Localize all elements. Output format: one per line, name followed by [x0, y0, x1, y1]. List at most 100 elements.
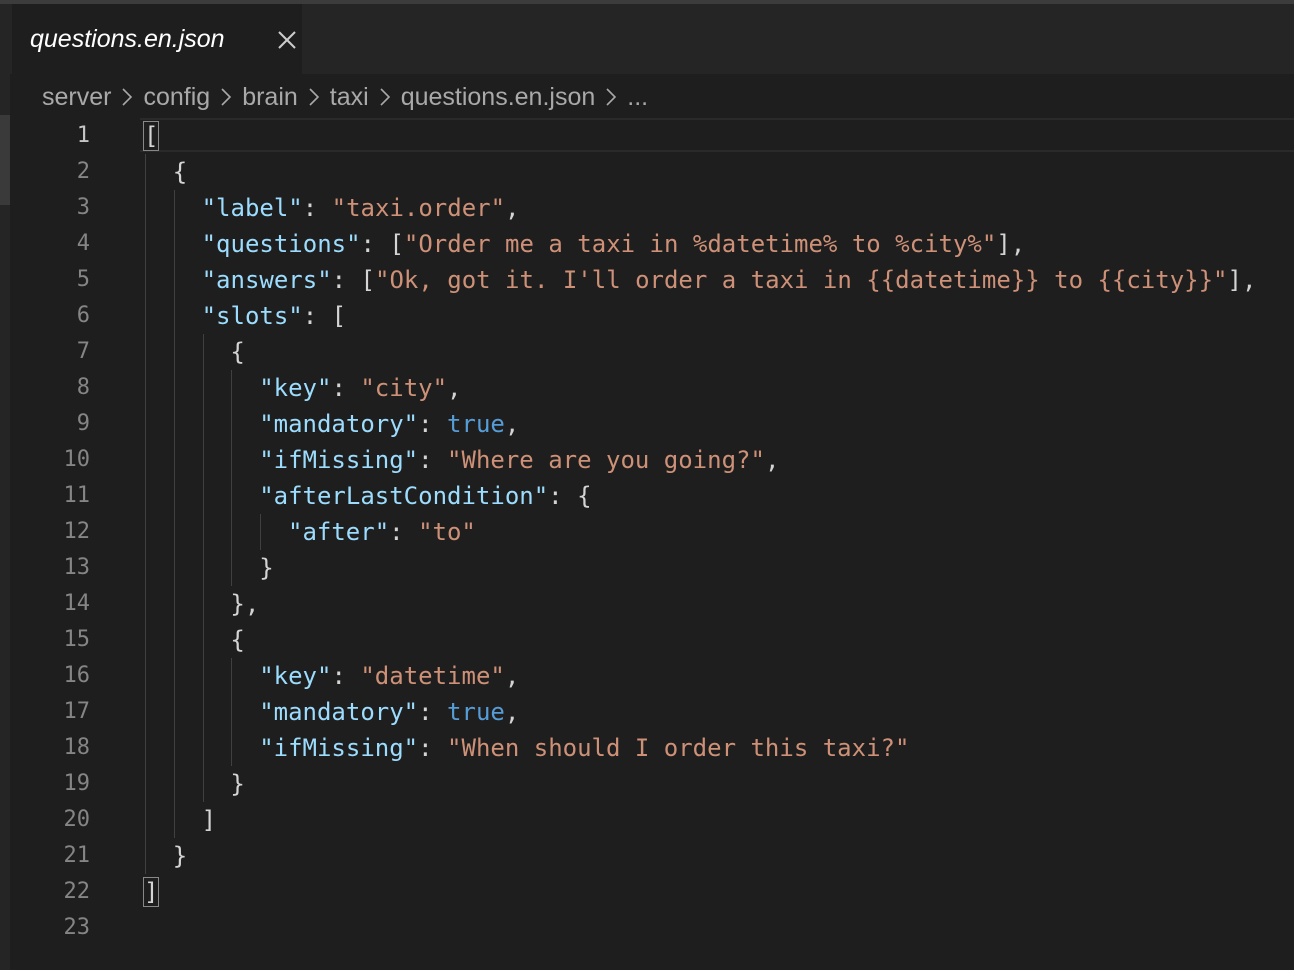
line-number: 15 — [63, 627, 91, 652]
json-key: "key" — [259, 374, 332, 402]
json-punctuation: : [ — [302, 302, 347, 330]
code-line[interactable]: [ — [142, 118, 160, 154]
json-punctuation: ] — [201, 806, 217, 834]
line-number: 17 — [63, 699, 91, 724]
breadcrumb-item-taxi[interactable]: taxi — [330, 83, 369, 112]
line-number: 22 — [63, 879, 91, 904]
current-line-highlight — [140, 118, 1294, 152]
scroll-indicator — [0, 115, 10, 205]
indent-guide — [145, 154, 146, 874]
json-literal: true — [447, 698, 505, 726]
code-line[interactable]: { — [230, 622, 244, 658]
indent-guide — [231, 658, 233, 766]
json-punctuation: } — [230, 770, 245, 798]
json-punctuation: : — [331, 662, 361, 690]
line-number: 20 — [63, 807, 91, 832]
code-line[interactable]: "afterLastCondition": { — [259, 478, 591, 514]
line-number: 18 — [63, 735, 91, 760]
json-key: "after" — [288, 518, 390, 546]
json-punctuation: ], — [996, 230, 1026, 258]
json-punctuation: { — [230, 626, 245, 654]
breadcrumb: server config brain taxi questions.en.js… — [42, 78, 648, 116]
json-string: "datetime" — [360, 662, 505, 690]
code-line[interactable]: ] — [142, 874, 160, 910]
chevron-right-icon — [599, 85, 623, 109]
breadcrumb-item-brain[interactable]: brain — [242, 83, 298, 112]
line-number: 5 — [76, 267, 90, 292]
breadcrumb-item-symbols[interactable]: ... — [627, 83, 648, 112]
close-icon[interactable] — [276, 29, 298, 51]
breadcrumb-item-config[interactable]: config — [143, 83, 210, 112]
json-punctuation: : — [418, 446, 448, 474]
line-number: 8 — [76, 375, 90, 400]
json-punctuation: , — [505, 194, 520, 222]
editor-tab[interactable]: questions.en.json — [12, 4, 302, 74]
json-string: "city" — [360, 374, 448, 402]
json-key: "mandatory" — [259, 410, 419, 438]
code-line[interactable]: "key": "datetime", — [259, 658, 519, 694]
chevron-right-icon — [214, 85, 238, 109]
json-punctuation: ] — [142, 877, 160, 907]
code-line[interactable]: } — [230, 766, 244, 802]
code-line[interactable]: "questions": ["Order me a taxi in %datet… — [202, 226, 1026, 262]
line-number: 11 — [63, 483, 91, 508]
json-punctuation: [ — [142, 121, 160, 151]
code-line[interactable]: "mandatory": true, — [259, 694, 519, 730]
indent-guide — [202, 334, 204, 802]
chevron-right-icon — [115, 85, 139, 109]
indent-guide — [173, 190, 175, 838]
json-key: "ifMissing" — [259, 446, 419, 474]
json-string: "Order me a taxi in %datetime% to %city%… — [403, 230, 997, 258]
line-number: 6 — [76, 303, 90, 328]
json-string: "Ok, got it. I'll order a taxi in {{date… — [375, 266, 1228, 294]
code-line[interactable]: "answers": ["Ok, got it. I'll order a ta… — [202, 262, 1257, 298]
line-number: 19 — [63, 771, 91, 796]
json-string: "Where are you going?" — [447, 446, 765, 474]
json-punctuation: : [ — [360, 230, 404, 258]
code-line[interactable]: { — [230, 334, 244, 370]
activity-edge — [0, 74, 10, 970]
json-key: "ifMissing" — [259, 734, 419, 762]
code-line[interactable]: }, — [230, 586, 259, 622]
json-key: "label" — [201, 194, 303, 222]
json-punctuation: , — [764, 446, 780, 474]
code-editor[interactable]: 1 2 3 4 5 6 7 8 9 10 11 12 13 14 15 16 17 18 19 20 21 22 23 [{… — [10, 116, 1294, 970]
json-punctuation: { — [172, 158, 188, 186]
code-line[interactable]: "after": "to" — [288, 514, 476, 550]
json-punctuation: : { — [548, 482, 592, 510]
tab-title[interactable]: questions.en.json — [30, 25, 225, 54]
code-line[interactable]: "mandatory": true, — [259, 406, 519, 442]
json-punctuation: , — [504, 410, 520, 438]
json-punctuation: : — [331, 374, 361, 402]
code-line[interactable]: } — [259, 550, 273, 586]
line-number: 23 — [63, 915, 91, 940]
line-number: 21 — [63, 843, 91, 868]
json-punctuation: : — [302, 194, 332, 222]
breadcrumb-item-server[interactable]: server — [42, 83, 111, 112]
line-number: 14 — [63, 591, 91, 616]
code-line[interactable]: "key": "city", — [259, 370, 461, 406]
json-punctuation: }, — [230, 590, 260, 618]
code-line[interactable]: ] — [202, 802, 216, 838]
line-number: 12 — [63, 519, 91, 544]
line-number: 4 — [76, 231, 90, 256]
json-literal: true — [447, 410, 505, 438]
json-punctuation: , — [504, 698, 520, 726]
json-key: "mandatory" — [259, 698, 419, 726]
json-punctuation: ], — [1227, 266, 1257, 294]
code-line[interactable]: { — [173, 154, 187, 190]
line-number: 9 — [76, 411, 90, 436]
code-line[interactable]: } — [173, 838, 187, 874]
code-line[interactable]: "ifMissing": "When should I order this t… — [259, 730, 909, 766]
line-number: 3 — [76, 195, 90, 220]
breadcrumb-item-file[interactable]: questions.en.json — [401, 83, 596, 112]
json-key: "key" — [259, 662, 332, 690]
chevron-right-icon — [373, 85, 397, 109]
code-line[interactable]: "label": "taxi.order", — [202, 190, 520, 226]
json-punctuation: : — [418, 698, 448, 726]
code-line[interactable]: "ifMissing": "Where are you going?", — [259, 442, 779, 478]
code-line[interactable]: "slots": [ — [202, 298, 347, 334]
json-punctuation: , — [447, 374, 462, 402]
json-punctuation: : [ — [331, 266, 375, 294]
json-key: "answers" — [201, 266, 332, 294]
